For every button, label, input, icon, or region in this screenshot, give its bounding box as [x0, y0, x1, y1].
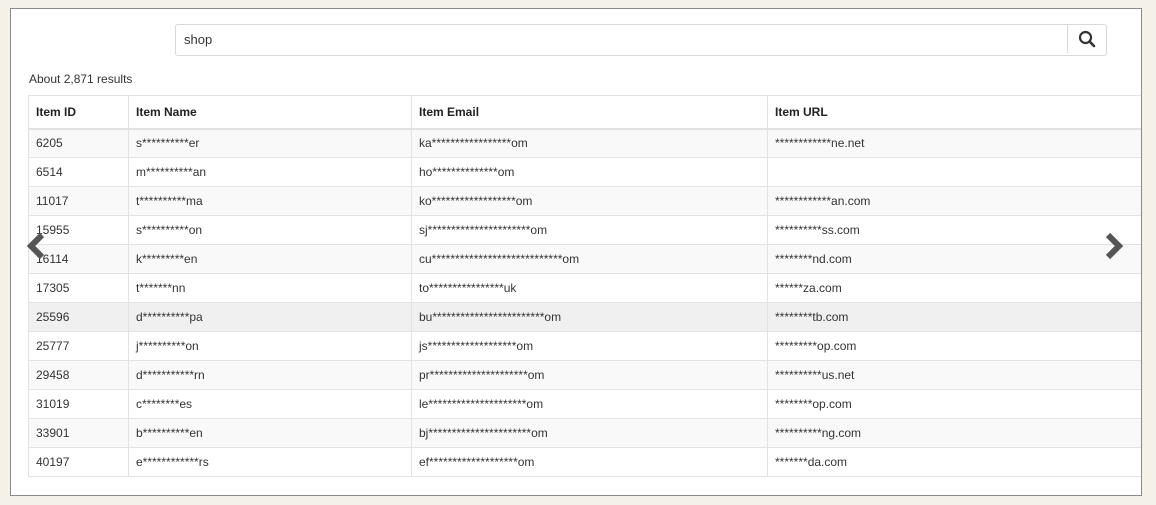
table-row[interactable]: 15955 s**********on sj********************… [28, 215, 1141, 245]
cell-item-id: 11017 [28, 186, 129, 216]
prev-page-button[interactable] [23, 231, 49, 261]
cell-item-email: js*******************om [411, 331, 768, 361]
cell-item-url: ************an.com [767, 186, 1141, 216]
cell-item-url: ********nd.com [767, 244, 1141, 274]
results-table-wrap: Item ID Item Name Item Email Item URL 62… [28, 95, 1141, 477]
cell-item-url: ********tb.com [767, 302, 1141, 332]
cell-item-name: c********es [128, 389, 412, 419]
cell-item-url: ************ne.net [767, 128, 1141, 158]
cell-item-email: cu****************************om [411, 244, 768, 274]
cell-item-name: s**********er [128, 128, 412, 158]
cell-item-id: 17305 [28, 273, 129, 303]
results-panel: About 2,871 results Item ID Item Name It… [10, 8, 1142, 496]
cell-item-name: s**********on [128, 215, 412, 245]
search-bar [175, 24, 1107, 56]
header-item-url[interactable]: Item URL [767, 95, 1141, 130]
cell-item-name: t*******nn [128, 273, 412, 303]
table-row[interactable]: 33901 b**********en bj********************… [28, 418, 1141, 448]
result-count: About 2,871 results [29, 72, 133, 86]
cell-item-url: **********ss.com [767, 215, 1141, 245]
table-row[interactable]: 29458 d***********rn pr*******************… [28, 360, 1141, 390]
cell-item-email: ho**************om [411, 157, 768, 187]
cell-item-name: b**********en [128, 418, 412, 448]
cell-item-email: le*********************om [411, 389, 768, 419]
table-row[interactable]: 40197 e************rs ef******************… [28, 447, 1141, 477]
header-item-id[interactable]: Item ID [28, 95, 129, 130]
cell-item-id: 29458 [28, 360, 129, 390]
next-page-button[interactable] [1101, 231, 1127, 261]
cell-item-name: e************rs [128, 447, 412, 477]
cell-item-email: sj**********************om [411, 215, 768, 245]
chevron-right-icon [1105, 232, 1124, 260]
search-input[interactable] [176, 25, 1066, 53]
cell-item-url: *******da.com [767, 447, 1141, 477]
cell-item-email: bj**********************om [411, 418, 768, 448]
header-item-email[interactable]: Item Email [411, 95, 768, 130]
cell-item-email: ko******************om [411, 186, 768, 216]
cell-item-url: **********us.net [767, 360, 1141, 390]
cell-item-id: 25596 [28, 302, 129, 332]
cell-item-email: ka*****************om [411, 128, 768, 158]
search-button[interactable] [1067, 25, 1106, 53]
cell-item-email: ef*******************om [411, 447, 768, 477]
cell-item-id: 33901 [28, 418, 129, 448]
cell-item-id: 6205 [28, 128, 129, 158]
cell-item-id: 6514 [28, 157, 129, 187]
cell-item-email: bu************************om [411, 302, 768, 332]
table-row[interactable]: 6514 m**********an ho**************om [28, 157, 1141, 187]
results-table: Item ID Item Name Item Email Item URL 62… [28, 95, 1141, 477]
cell-item-name: m**********an [128, 157, 412, 187]
cell-item-url: **********ng.com [767, 418, 1141, 448]
cell-item-id: 31019 [28, 389, 129, 419]
cell-item-id: 40197 [28, 447, 129, 477]
table-row[interactable]: 25777 j**********on js*******************o… [28, 331, 1141, 361]
cell-item-name: d**********pa [128, 302, 412, 332]
cell-item-name: t**********ma [128, 186, 412, 216]
cell-item-id: 25777 [28, 331, 129, 361]
header-item-name[interactable]: Item Name [128, 95, 412, 130]
cell-item-url: ******za.com [767, 273, 1141, 303]
search-icon [1078, 30, 1096, 48]
cell-item-email: pr*********************om [411, 360, 768, 390]
cell-item-url: ********op.com [767, 389, 1141, 419]
table-row[interactable]: 17305 t*******nn to****************uk *****… [28, 273, 1141, 303]
cell-item-url: *********op.com [767, 331, 1141, 361]
table-row[interactable]: 11017 t**********ma ko******************om… [28, 186, 1141, 216]
table-row[interactable]: 6205 s**********er ka*****************om **… [28, 128, 1141, 158]
cell-item-name: d***********rn [128, 360, 412, 390]
table-row[interactable]: 16114 k*********en cu*********************… [28, 244, 1141, 274]
chevron-left-icon [26, 232, 45, 260]
cell-item-name: j**********on [128, 331, 412, 361]
cell-item-url [767, 157, 1141, 187]
table-header-row: Item ID Item Name Item Email Item URL [28, 95, 1141, 130]
cell-item-email: to****************uk [411, 273, 768, 303]
table-row[interactable]: 25596 d**********pa bu********************… [28, 302, 1141, 332]
table-body: 6205 s**********er ka*****************om **… [28, 128, 1141, 477]
table-row[interactable]: 31019 c********es le*********************o… [28, 389, 1141, 419]
cell-item-name: k*********en [128, 244, 412, 274]
